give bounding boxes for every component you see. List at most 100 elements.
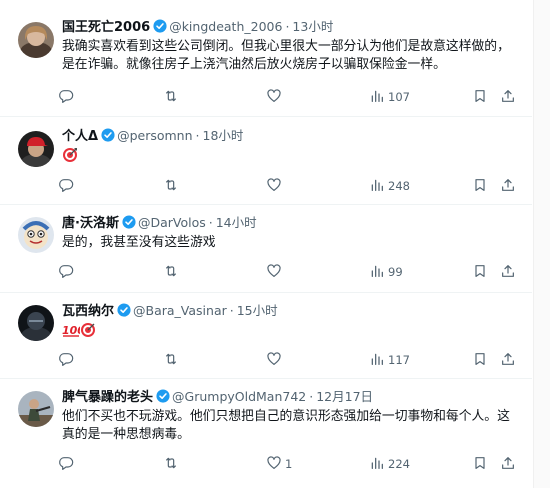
tweet-text: 我确实喜欢看到这些公司倒闭。但我心里很大一部分认为他们是故意这样做的，是在诈骗。… bbox=[62, 39, 510, 72]
user-handle[interactable]: @persomnn bbox=[117, 128, 192, 143]
display-name[interactable]: 脾气暴躁的老头 bbox=[62, 390, 153, 405]
retweet-icon bbox=[163, 263, 179, 282]
tweet-text bbox=[62, 147, 510, 166]
like-count: 1 bbox=[285, 457, 293, 471]
bookmark-icon bbox=[472, 455, 488, 474]
timestamp[interactable]: 14小时 bbox=[216, 215, 257, 230]
tweet-text: 100 bbox=[62, 322, 510, 341]
share-icon bbox=[500, 351, 516, 370]
timestamp[interactable]: 15小时 bbox=[237, 303, 278, 318]
retweet-icon bbox=[163, 88, 179, 107]
verified-badge-icon bbox=[153, 19, 167, 33]
views-icon bbox=[369, 455, 385, 474]
tweet[interactable]: 脾气暴躁的老头 @GrumpyOldMan742 · 12月17日 他们不买也不玩游戏… bbox=[0, 379, 532, 488]
direct-hit-emoji bbox=[62, 148, 78, 164]
red-cap-man-avatar[interactable] bbox=[18, 131, 54, 167]
verified-badge-icon bbox=[122, 215, 136, 229]
views-icon bbox=[369, 263, 385, 282]
timeline: 国王死亡2006 @kingdeath_2006 · 13小时 我确实喜欢看到这些公司… bbox=[0, 0, 550, 488]
verified-badge-icon bbox=[117, 303, 131, 317]
like-button[interactable] bbox=[266, 177, 285, 195]
tweet-actions: 248 bbox=[58, 177, 520, 195]
scrollbar[interactable] bbox=[533, 0, 550, 488]
bookmark-icon bbox=[472, 351, 488, 370]
like-icon bbox=[266, 351, 282, 370]
bookmark-icon bbox=[472, 177, 488, 196]
share-button[interactable] bbox=[500, 455, 516, 473]
views-button[interactable]: 117 bbox=[369, 351, 410, 369]
reply-icon bbox=[58, 88, 74, 107]
reply-button[interactable] bbox=[58, 88, 77, 106]
cartoon-mascot-avatar[interactable] bbox=[18, 217, 54, 253]
share-button[interactable] bbox=[500, 351, 516, 369]
reply-icon bbox=[58, 455, 74, 474]
timestamp[interactable]: 13小时 bbox=[292, 19, 333, 34]
display-name[interactable]: 个人Δ bbox=[62, 129, 98, 144]
tweet-actions: 1 224 bbox=[58, 455, 520, 473]
views-button[interactable]: 248 bbox=[369, 177, 410, 195]
like-icon bbox=[266, 88, 282, 107]
views-icon bbox=[369, 351, 385, 370]
tweet[interactable]: 国王死亡2006 @kingdeath_2006 · 13小时 我确实喜欢看到这些公司… bbox=[0, 0, 532, 117]
bookmark-button[interactable] bbox=[472, 88, 488, 106]
reply-button[interactable] bbox=[58, 455, 77, 473]
display-name[interactable]: 唐·沃洛斯 bbox=[62, 216, 119, 231]
like-icon bbox=[266, 177, 282, 196]
reply-button[interactable] bbox=[58, 263, 77, 281]
tweet[interactable]: 唐·沃洛斯 @DarVolos · 14小时 是的，我甚至没有这些游戏 99 bbox=[0, 205, 532, 293]
like-icon bbox=[266, 455, 282, 474]
like-button[interactable] bbox=[266, 88, 285, 106]
retweet-icon bbox=[163, 177, 179, 196]
timestamp[interactable]: 12月17日 bbox=[316, 389, 373, 404]
bookmark-button[interactable] bbox=[472, 177, 488, 195]
like-button[interactable]: 1 bbox=[266, 455, 292, 473]
reply-button[interactable] bbox=[58, 177, 77, 195]
reply-button[interactable] bbox=[58, 351, 77, 369]
armed-figure-avatar[interactable] bbox=[18, 391, 54, 427]
tweet-actions: 117 bbox=[58, 351, 520, 369]
svg-text:100: 100 bbox=[62, 324, 80, 337]
separator-dot: · bbox=[195, 128, 200, 143]
share-button[interactable] bbox=[500, 177, 516, 195]
user-handle[interactable]: @DarVolos bbox=[138, 215, 206, 230]
display-name[interactable]: 瓦西纳尔 bbox=[62, 304, 114, 319]
views-button[interactable]: 107 bbox=[369, 88, 410, 106]
reply-icon bbox=[58, 177, 74, 196]
share-button[interactable] bbox=[500, 263, 516, 281]
bookmark-button[interactable] bbox=[472, 263, 488, 281]
display-name[interactable]: 国王死亡2006 bbox=[62, 20, 150, 35]
verified-badge-icon bbox=[101, 128, 115, 142]
bookmark-button[interactable] bbox=[472, 351, 488, 369]
like-button[interactable] bbox=[266, 351, 285, 369]
bookmark-icon bbox=[472, 263, 488, 282]
user-handle[interactable]: @kingdeath_2006 bbox=[169, 19, 282, 34]
dark-armored-avatar[interactable] bbox=[18, 305, 54, 341]
reply-icon bbox=[58, 351, 74, 370]
timestamp[interactable]: 18小时 bbox=[203, 128, 244, 143]
user-handle[interactable]: @Bara_Vasinar bbox=[133, 303, 227, 318]
retweet-icon bbox=[163, 351, 179, 370]
views-icon bbox=[369, 177, 385, 196]
tweet[interactable]: 瓦西纳尔 @Bara_Vasinar·15小时 100 117 bbox=[0, 293, 532, 379]
retweet-button[interactable] bbox=[163, 88, 182, 106]
woman-portrait-avatar[interactable] bbox=[18, 22, 54, 58]
views-button[interactable]: 99 bbox=[369, 263, 403, 281]
direct-hit-emoji bbox=[80, 323, 96, 339]
views-button[interactable]: 224 bbox=[369, 455, 410, 473]
retweet-icon bbox=[163, 455, 179, 474]
like-button[interactable] bbox=[266, 263, 285, 281]
tweet-actions: 107 bbox=[58, 88, 520, 106]
retweet-button[interactable] bbox=[163, 351, 182, 369]
retweet-button[interactable] bbox=[163, 263, 182, 281]
tweet[interactable]: 个人Δ @persomnn · 18小时 248 bbox=[0, 117, 532, 205]
user-handle[interactable]: @GrumpyOldMan742 bbox=[172, 389, 306, 404]
share-button[interactable] bbox=[500, 88, 516, 106]
retweet-button[interactable] bbox=[163, 455, 182, 473]
share-icon bbox=[500, 177, 516, 196]
tweet-actions: 99 bbox=[58, 263, 520, 281]
separator-dot: · bbox=[309, 389, 314, 404]
like-icon bbox=[266, 263, 282, 282]
separator-dot: · bbox=[208, 215, 213, 230]
bookmark-button[interactable] bbox=[472, 455, 488, 473]
retweet-button[interactable] bbox=[163, 177, 182, 195]
